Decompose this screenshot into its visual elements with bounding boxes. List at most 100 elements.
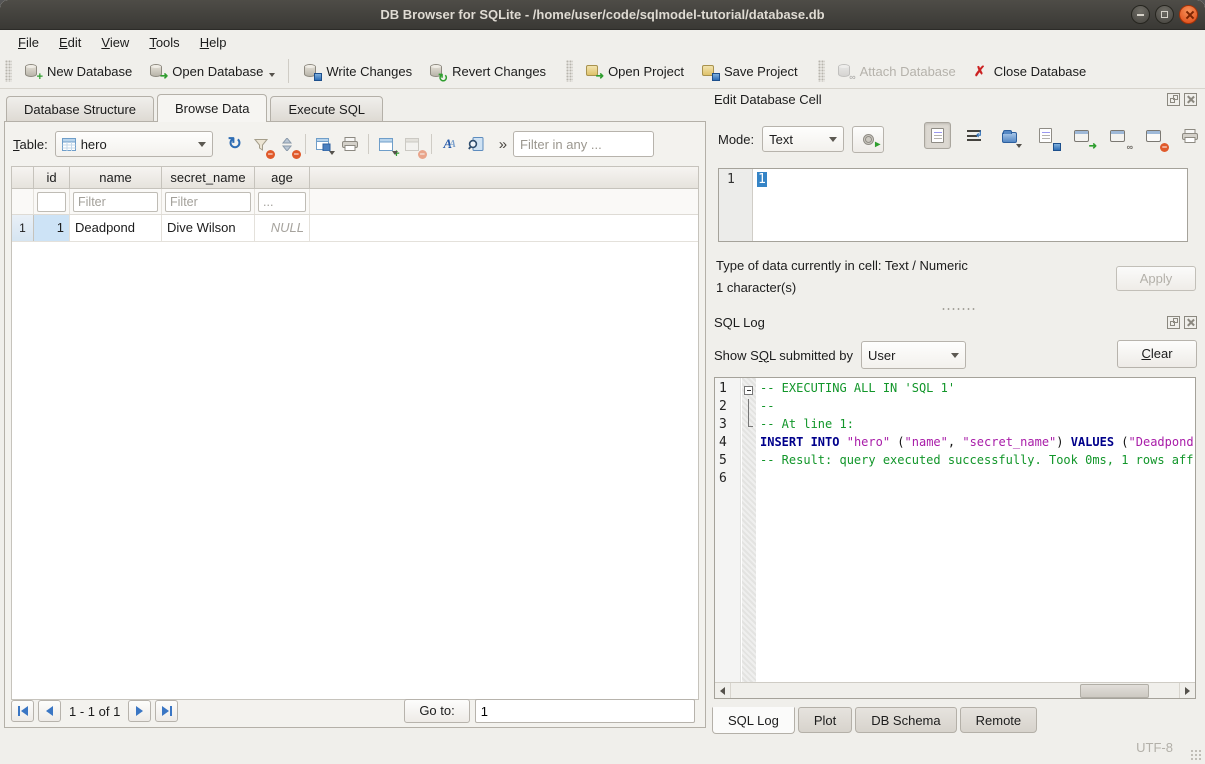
last-record-button[interactable] bbox=[155, 700, 178, 722]
table-toolbar-separator-3 bbox=[431, 134, 432, 154]
previous-record-button[interactable] bbox=[38, 700, 61, 722]
toolbar-drag-handle-2[interactable] bbox=[566, 60, 573, 82]
menu-file[interactable]: File bbox=[8, 32, 49, 53]
save-project-button[interactable]: Save Project bbox=[692, 58, 806, 84]
clear-sort-minus-icon: − bbox=[292, 150, 301, 159]
fold-marker-icon[interactable] bbox=[744, 386, 753, 395]
close-database-button[interactable]: ✗ Close Database bbox=[964, 58, 1095, 84]
maximize-button[interactable] bbox=[1155, 5, 1174, 24]
toolbar-overflow-chevron[interactable]: » bbox=[499, 136, 507, 153]
export-data-button[interactable] bbox=[1032, 122, 1059, 149]
open-project-label: Open Project bbox=[608, 64, 684, 79]
insert-record-button[interactable]: + bbox=[375, 132, 399, 156]
first-record-button[interactable] bbox=[11, 700, 34, 722]
titlebar[interactable]: DB Browser for SQLite - /home/user/code/… bbox=[0, 0, 1205, 30]
cell-name[interactable]: Deadpond bbox=[70, 215, 162, 241]
scroll-left-button[interactable] bbox=[715, 683, 731, 698]
menu-help[interactable]: Help bbox=[190, 32, 237, 53]
new-database-button[interactable]: + New Database bbox=[15, 58, 140, 84]
scrollbar-thumb[interactable] bbox=[1080, 684, 1150, 698]
log-horizontal-scrollbar[interactable] bbox=[715, 682, 1195, 698]
refresh-button[interactable]: ↻ bbox=[223, 132, 247, 156]
open-project-button[interactable]: ➜ Open Project bbox=[576, 58, 692, 84]
insert-record-dropdown-icon[interactable] bbox=[392, 151, 398, 155]
set-null-button[interactable]: − bbox=[1140, 122, 1167, 149]
save-results-button[interactable] bbox=[312, 132, 336, 156]
sql-log-dock-titlebar[interactable]: SQL Log bbox=[714, 313, 1197, 331]
row-number[interactable]: 1 bbox=[12, 215, 34, 241]
dock-tab-sql-log[interactable]: SQL Log bbox=[712, 707, 795, 734]
import-data-button[interactable] bbox=[996, 122, 1023, 149]
auto-detect-format-button[interactable]: ▸ bbox=[852, 126, 884, 153]
revert-changes-button[interactable]: ↻ Revert Changes bbox=[420, 58, 554, 84]
sql-log-editor[interactable]: 1-- EXECUTING ALL IN 'SQL 1'2--3-- At li… bbox=[714, 377, 1196, 699]
clear-sorting-button[interactable]: − bbox=[275, 132, 299, 156]
toolbar-drag-handle-3[interactable] bbox=[818, 60, 825, 82]
dock-tab-remote[interactable]: Remote bbox=[960, 707, 1038, 733]
table-select[interactable]: hero bbox=[55, 131, 213, 157]
dock-tab-db-schema[interactable]: DB Schema bbox=[855, 707, 956, 733]
close-dock-button[interactable] bbox=[1184, 93, 1197, 106]
column-header-id[interactable]: id bbox=[34, 167, 70, 188]
goto-button[interactable]: Go to: bbox=[404, 699, 469, 723]
dock-tab-plot[interactable]: Plot bbox=[798, 707, 852, 733]
toolbar-drag-handle[interactable] bbox=[5, 60, 12, 82]
word-wrap-button[interactable]: ↲ bbox=[960, 122, 987, 149]
column-header-secret-name[interactable]: secret_name bbox=[162, 167, 255, 188]
cell-editor-content[interactable]: 1 bbox=[757, 172, 767, 187]
clear-log-button[interactable]: Clear bbox=[1117, 340, 1197, 368]
scroll-right-button[interactable] bbox=[1179, 683, 1195, 698]
filter-input-name[interactable] bbox=[73, 192, 158, 212]
goto-input[interactable] bbox=[475, 699, 695, 723]
text-mode-button[interactable] bbox=[924, 122, 951, 149]
clear-filters-button[interactable]: − bbox=[249, 132, 273, 156]
save-results-icon bbox=[316, 138, 331, 151]
float-dock-button-2[interactable] bbox=[1167, 316, 1180, 329]
filter-input-id[interactable] bbox=[37, 192, 66, 212]
filter-input-secret-name[interactable] bbox=[165, 192, 251, 212]
tab-execute-sql[interactable]: Execute SQL bbox=[270, 96, 383, 122]
apply-button: Apply bbox=[1116, 266, 1196, 291]
print-button[interactable] bbox=[338, 132, 362, 156]
grid-header-row: id name secret_name age bbox=[12, 167, 698, 189]
filter-input-age[interactable] bbox=[258, 192, 306, 212]
delete-record-minus-icon: − bbox=[418, 150, 427, 159]
chevron-down-icon bbox=[951, 353, 959, 358]
write-changes-icon bbox=[302, 63, 320, 79]
edit-cell-dock-titlebar[interactable]: Edit Database Cell bbox=[714, 90, 1197, 108]
menu-view[interactable]: View bbox=[91, 32, 139, 53]
edit-display-format-button[interactable]: AA bbox=[438, 132, 462, 156]
dock-splitter[interactable] bbox=[710, 299, 1205, 307]
resize-grip[interactable] bbox=[1190, 749, 1202, 761]
import-dropdown-icon[interactable] bbox=[1016, 144, 1022, 148]
open-database-button[interactable]: ➜ Open Database bbox=[140, 58, 283, 84]
open-in-external-button[interactable]: ➜ bbox=[1068, 122, 1095, 149]
find-in-table-button[interactable] bbox=[464, 132, 488, 156]
tab-database-structure[interactable]: Database Structure bbox=[6, 96, 154, 122]
float-dock-button[interactable] bbox=[1167, 93, 1180, 106]
splitter-handle-icon bbox=[941, 307, 975, 311]
write-changes-button[interactable]: Write Changes bbox=[294, 58, 420, 84]
cell-secret-name[interactable]: Dive Wilson bbox=[162, 215, 255, 241]
copy-link-button[interactable]: ∞ bbox=[1104, 122, 1131, 149]
cell-editor[interactable]: 1 1 bbox=[718, 168, 1188, 242]
close-button[interactable] bbox=[1179, 5, 1198, 24]
cell-age[interactable]: NULL bbox=[255, 215, 310, 241]
minimize-button[interactable] bbox=[1131, 5, 1150, 24]
close-dock-button-2[interactable] bbox=[1184, 316, 1197, 329]
mode-select[interactable]: Text bbox=[762, 126, 844, 152]
encoding-indicator[interactable]: UTF-8 bbox=[1136, 740, 1173, 755]
corner-header[interactable] bbox=[12, 167, 34, 188]
menu-edit[interactable]: Edit bbox=[49, 32, 91, 53]
print-cell-button[interactable] bbox=[1176, 122, 1203, 149]
save-results-dropdown-icon[interactable] bbox=[329, 151, 335, 155]
next-record-button[interactable] bbox=[128, 700, 151, 722]
column-header-name[interactable]: name bbox=[70, 167, 162, 188]
column-header-age[interactable]: age bbox=[255, 167, 310, 188]
filter-any-column-input[interactable] bbox=[513, 131, 654, 157]
menu-tools[interactable]: Tools bbox=[139, 32, 189, 53]
open-database-dropdown-icon[interactable] bbox=[269, 73, 275, 77]
sql-source-select[interactable]: User bbox=[861, 341, 966, 369]
cell-id[interactable]: 1 bbox=[34, 215, 70, 241]
tab-browse-data[interactable]: Browse Data bbox=[157, 94, 267, 122]
